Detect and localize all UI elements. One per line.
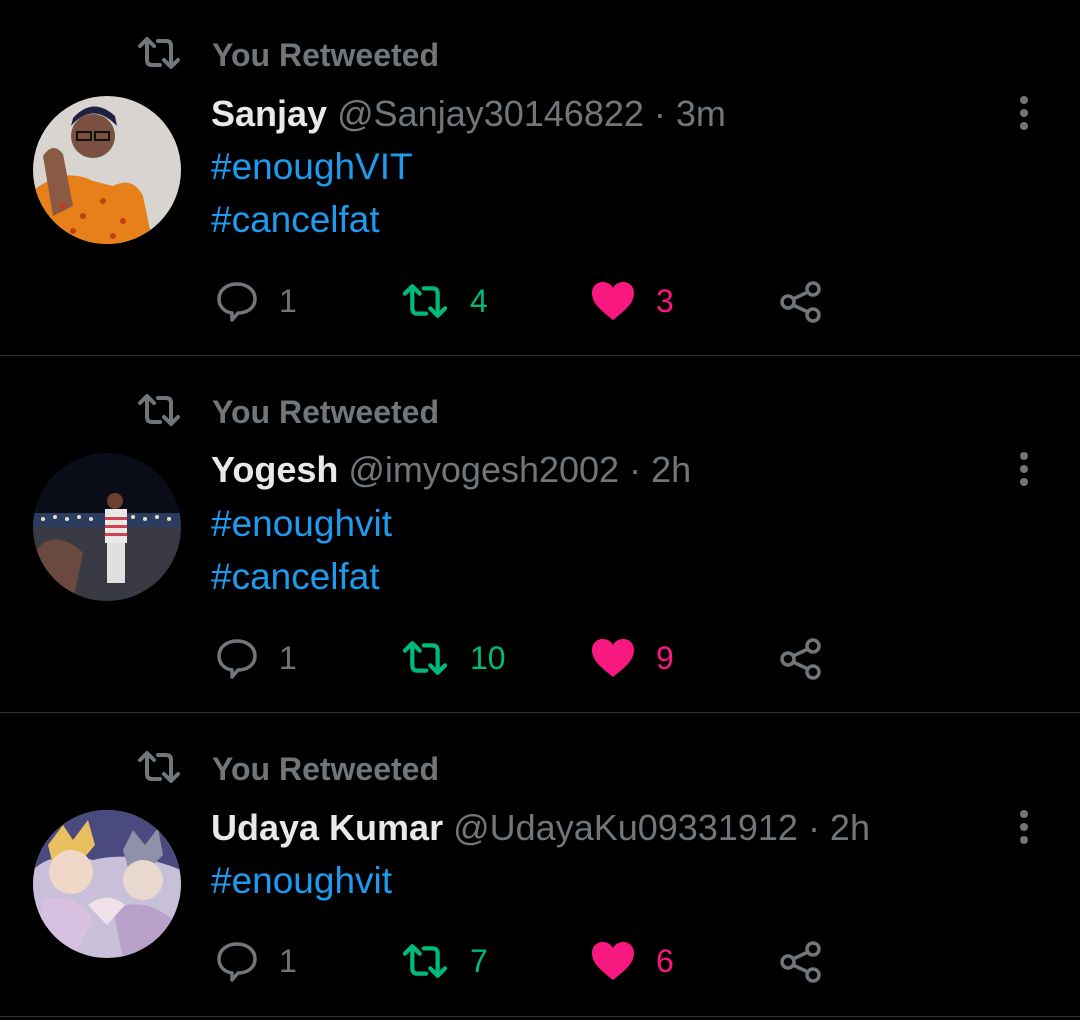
reply-icon [217,942,257,982]
retweet-context: You Retweeted [136,33,439,73]
reply-count: 1 [279,639,297,676]
retweet-icon [138,394,180,426]
tweet-header: Sanjay @Sanjay30146822 · 3m [211,92,726,136]
like-button[interactable]: 9 [590,637,674,679]
like-count: 9 [656,639,674,676]
reply-button[interactable]: 1 [215,940,297,982]
retweet-context: You Retweeted [136,390,439,430]
reply-count: 1 [279,942,297,979]
share-button[interactable] [778,637,824,681]
retweet-context-label: You Retweeted [212,751,439,787]
heart-icon [592,639,634,677]
like-count: 3 [656,282,674,319]
retweet-button[interactable]: 4 [400,282,488,320]
retweet-icon [402,284,448,318]
share-icon [780,638,821,680]
more-vertical-icon[interactable] [1012,94,1036,134]
hashtag-link[interactable]: #cancelfat [211,198,380,242]
tweet-header: Yogesh @imyogesh2002 · 2h [211,448,691,492]
retweet-icon [138,37,180,69]
hashtag-link[interactable]: #cancelfat [211,555,380,599]
retweet-count: 7 [470,942,488,979]
retweet-context: You Retweeted [136,747,439,787]
tweet-time[interactable]: · 2h [629,449,691,490]
author-name[interactable]: Udaya Kumar [211,807,443,848]
tweet-header: Udaya Kumar @UdayaKu09331912 · 2h [211,806,870,850]
heart-icon [592,282,634,320]
hashtag-link[interactable]: #enoughvit [211,859,392,903]
retweet-icon [402,641,448,675]
reply-button[interactable]: 1 [215,637,297,679]
reply-icon [217,639,257,679]
more-vertical-icon[interactable] [1012,450,1036,490]
retweet-button[interactable]: 7 [400,942,488,980]
author-name[interactable]: Yogesh [211,449,338,490]
retweet-context-label: You Retweeted [212,37,439,73]
avatar[interactable] [33,453,181,601]
tweet[interactable]: You Retweeted Udaya Kumar @UdayaKu093319… [0,713,1080,1020]
retweet-count: 4 [470,282,488,319]
author-name[interactable]: Sanjay [211,93,327,134]
tweet-time[interactable]: · 3m [654,93,726,134]
divider [0,1016,1080,1017]
retweet-context-label: You Retweeted [212,394,439,430]
like-count: 6 [656,942,674,979]
avatar[interactable] [33,810,181,958]
like-button[interactable]: 3 [590,280,674,322]
reply-count: 1 [279,282,297,319]
reply-icon [217,282,257,322]
share-icon [780,281,821,323]
retweet-button[interactable]: 10 [400,639,506,677]
like-button[interactable]: 6 [590,940,674,982]
share-icon [780,941,821,983]
share-button[interactable] [778,280,824,324]
share-button[interactable] [778,940,824,984]
author-handle[interactable]: @UdayaKu09331912 [453,807,798,848]
avatar[interactable] [33,96,181,244]
tweet-time[interactable]: · 2h [808,807,870,848]
tweet[interactable]: You Retweeted Sanjay @Sanjay30146822 · 3… [0,0,1080,355]
author-handle[interactable]: @imyogesh2002 [348,449,619,490]
reply-button[interactable]: 1 [215,280,297,322]
retweet-icon [402,944,448,978]
more-vertical-icon[interactable] [1012,808,1036,848]
hashtag-link[interactable]: #enoughVIT [211,145,413,189]
heart-icon [592,942,634,980]
retweet-icon [138,751,180,783]
tweet[interactable]: You Retweeted Yogesh @imyogesh2002 · 2h … [0,356,1080,712]
retweet-count: 10 [470,639,506,676]
author-handle[interactable]: @Sanjay30146822 [337,93,644,134]
hashtag-link[interactable]: #enoughvit [211,502,392,546]
